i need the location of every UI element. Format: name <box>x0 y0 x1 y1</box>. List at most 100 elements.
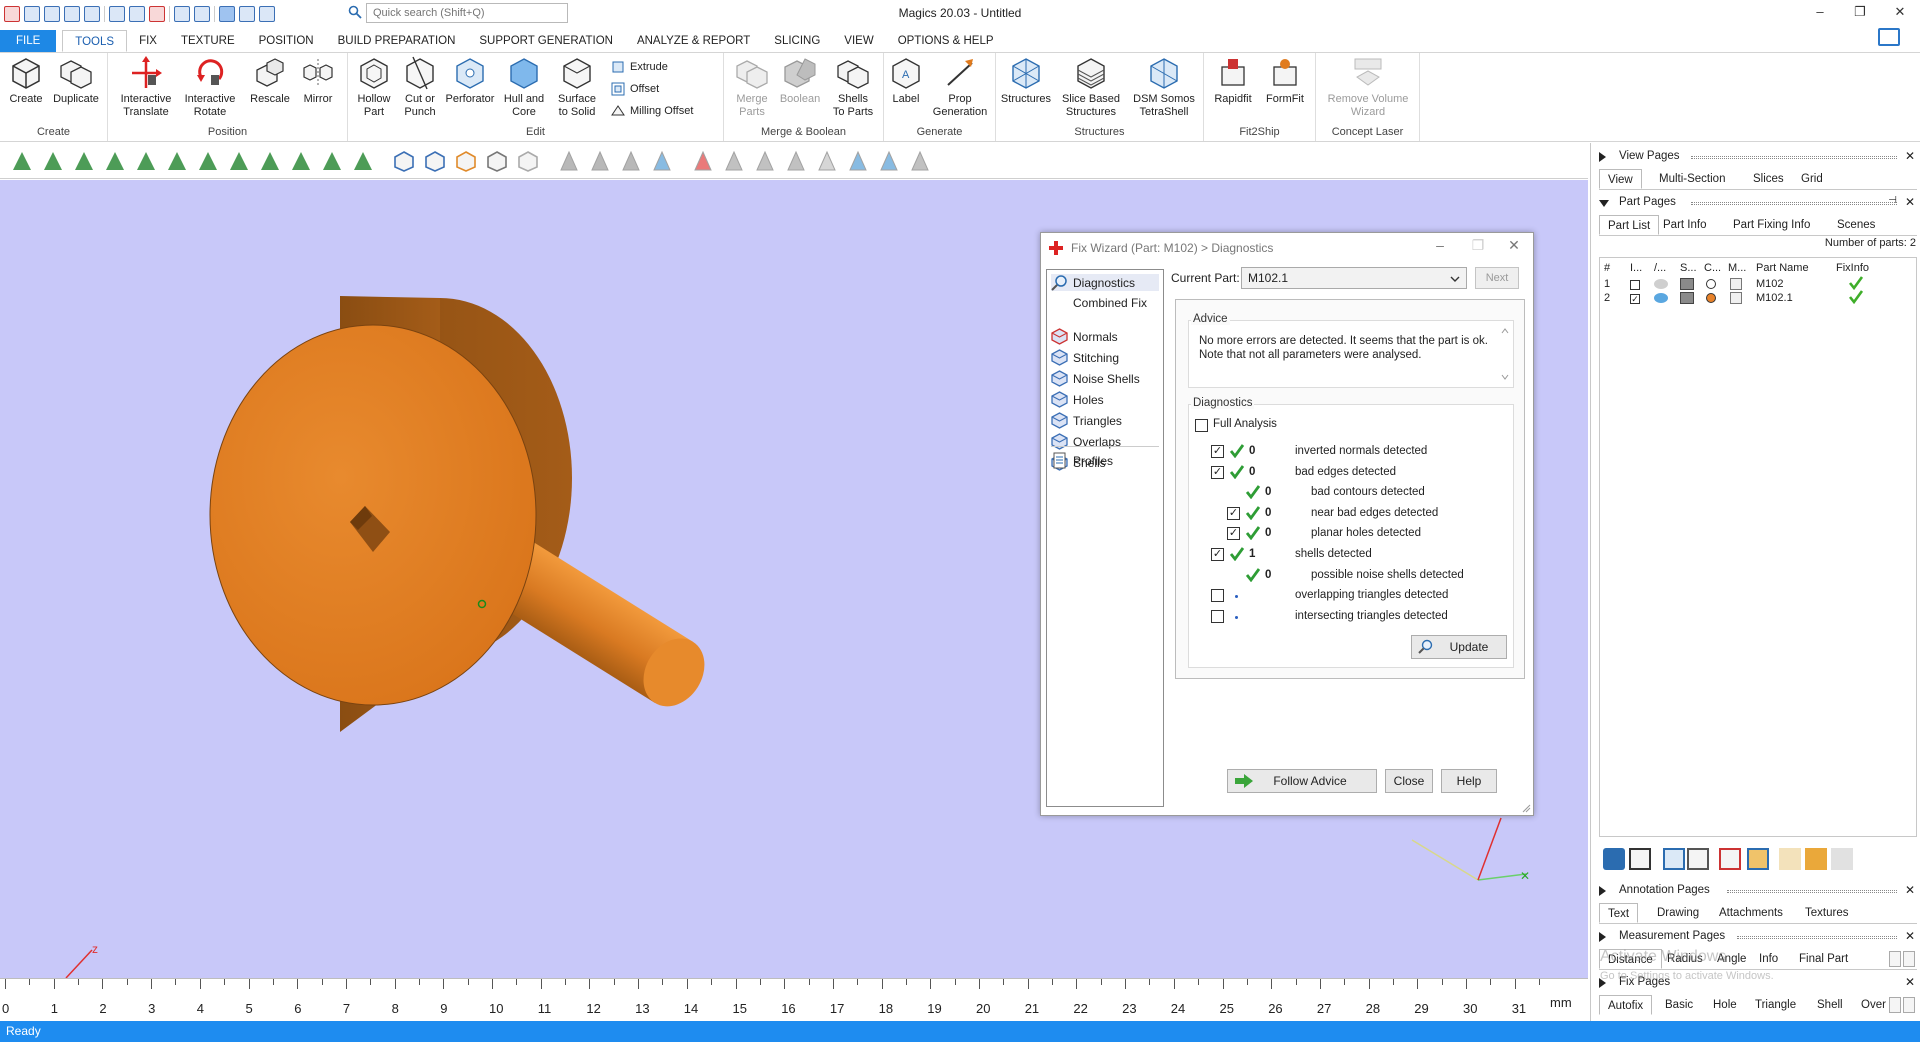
full-analysis-checkbox[interactable] <box>1195 419 1208 432</box>
label-button[interactable]: A Label <box>886 55 926 106</box>
pin-icon[interactable]: ⊣ <box>1888 195 1897 206</box>
col-shading[interactable]: S... <box>1680 262 1697 274</box>
tab-slices[interactable]: Slices <box>1745 169 1792 189</box>
dialog-close-icon[interactable]: ✕ <box>1499 237 1529 254</box>
mark-shell-icon[interactable] <box>877 149 901 173</box>
col-include[interactable]: I... <box>1630 262 1642 274</box>
freeform-select-icon[interactable] <box>196 149 220 173</box>
load-part-icon[interactable] <box>1603 848 1625 870</box>
formfit-button[interactable]: FormFit <box>1260 55 1310 106</box>
eye-icon[interactable] <box>1654 279 1668 289</box>
include-checkbox[interactable] <box>1630 280 1640 290</box>
help-button[interactable]: Help <box>1441 769 1497 793</box>
tab-view[interactable]: VIEW <box>832 30 885 52</box>
dsm-somos-tetrashell-button[interactable]: DSM Somos TetraShell <box>1128 55 1200 119</box>
remove-volume-wizard-button[interactable]: Remove Volume Wizard <box>1320 55 1416 119</box>
tab-attachments[interactable]: Attachments <box>1711 903 1791 923</box>
create-button[interactable]: Create <box>6 55 46 106</box>
tab-fix[interactable]: FIX <box>127 30 169 52</box>
include-checkbox[interactable]: ✓ <box>1630 294 1640 304</box>
rescale-button[interactable]: Rescale <box>246 55 294 106</box>
diag-checkbox[interactable]: ✓ <box>1211 548 1224 561</box>
rectangle-select-icon[interactable] <box>134 149 158 173</box>
nav-profiles[interactable]: Profiles <box>1051 452 1113 469</box>
merge-parts-button[interactable]: Merge Parts <box>730 55 774 119</box>
mark-triangle-3-icon[interactable] <box>619 149 643 173</box>
col-visible[interactable]: /... <box>1654 262 1666 274</box>
eye-icon[interactable] <box>1654 293 1668 303</box>
box-select-5-icon[interactable] <box>516 149 540 173</box>
nav-combined-fix[interactable]: Combined Fix <box>1051 294 1147 311</box>
drag-handle[interactable] <box>1737 936 1897 939</box>
nav-triangles[interactable]: Triangles <box>1051 412 1122 429</box>
part-m102-1[interactable] <box>209 296 717 732</box>
surface-select-icon[interactable] <box>72 149 96 173</box>
color-swatch[interactable] <box>1706 293 1716 303</box>
close-icon[interactable]: ✕ <box>1905 975 1915 989</box>
current-part-select[interactable]: M102.1 <box>1241 267 1467 289</box>
slice-based-structures-button[interactable]: Slice Based Structures <box>1056 55 1126 119</box>
table-row[interactable]: 1 M102 <box>1600 276 1916 292</box>
curve-select-icon[interactable] <box>165 149 189 173</box>
box-select-2-icon[interactable] <box>423 149 447 173</box>
next-button[interactable]: Next <box>1475 267 1519 289</box>
triangle-select-icon[interactable] <box>10 149 34 173</box>
part-cube-icon[interactable] <box>1663 848 1685 870</box>
mark-triangle-4-icon[interactable] <box>650 149 674 173</box>
offset-button[interactable]: Offset <box>610 81 659 97</box>
shell-select-icon[interactable] <box>103 149 127 173</box>
diag-checkbox[interactable] <box>1211 609 1224 623</box>
drag-handle[interactable] <box>1691 156 1897 159</box>
tab-analyze-report[interactable]: ANALYZE & REPORT <box>625 30 762 52</box>
duplicate-button[interactable]: Duplicate <box>50 55 102 106</box>
shading-icon[interactable] <box>1680 278 1694 290</box>
mark-surface-icon[interactable] <box>846 149 870 173</box>
annotation-pages-header[interactable]: Annotation Pages ✕ <box>1591 881 1920 901</box>
tab-drawing[interactable]: Drawing <box>1649 903 1707 923</box>
update-button[interactable]: Update <box>1411 635 1507 659</box>
resize-grip-icon[interactable] <box>1521 803 1531 813</box>
tab-autofix[interactable]: Autofix <box>1599 995 1653 1015</box>
view-pages-header[interactable]: View Pages ✕ <box>1591 147 1920 167</box>
tab-scroll-left-icon[interactable] <box>1889 997 1901 1013</box>
tab-info[interactable]: Info <box>1751 949 1786 969</box>
col-machine[interactable]: M... <box>1728 262 1746 274</box>
tab-tools[interactable]: TOOLS <box>62 30 128 52</box>
remove-part-icon[interactable] <box>1719 848 1741 870</box>
close-icon[interactable]: ✕ <box>1905 149 1915 163</box>
box-select-4-icon[interactable] <box>485 149 509 173</box>
tab-position[interactable]: POSITION <box>247 30 326 52</box>
tab-part-info[interactable]: Part Info <box>1655 215 1714 235</box>
shading-icon[interactable] <box>1680 292 1694 304</box>
part-pages-header[interactable]: Part Pages ⊣ ✕ <box>1591 193 1920 213</box>
tab-final-part[interactable]: Final Part <box>1791 949 1856 969</box>
box-select-3-icon[interactable] <box>454 149 478 173</box>
cut-or-punch-button[interactable]: Cut or Punch <box>398 55 442 119</box>
col-part-name[interactable]: Part Name <box>1756 262 1809 274</box>
surface-to-solid-button[interactable]: Surface to Solid <box>552 55 602 119</box>
tab-part-list[interactable]: Part List <box>1599 215 1660 235</box>
part-color-icon[interactable] <box>1747 848 1769 870</box>
mark-triangle-2-icon[interactable] <box>588 149 612 173</box>
tab-view-page[interactable]: View <box>1599 169 1642 189</box>
tab-options-help[interactable]: OPTIONS & HELP <box>886 30 1006 52</box>
color-swatch[interactable] <box>1706 279 1716 289</box>
tab-textures[interactable]: Textures <box>1797 903 1856 923</box>
tab-hole[interactable]: Hole <box>1705 995 1745 1015</box>
tab-build-preparation[interactable]: BUILD PREPARATION <box>326 30 468 52</box>
structures-button[interactable]: Structures <box>1000 55 1052 106</box>
tab-grid[interactable]: Grid <box>1793 169 1831 189</box>
mirror-button[interactable]: Mirror <box>296 55 340 106</box>
cross-select-icon[interactable] <box>289 149 313 173</box>
advice-scrollbar[interactable] <box>1499 325 1511 383</box>
milling-offset-button[interactable]: Milling Offset <box>610 103 693 119</box>
mark-plane-icon[interactable] <box>815 149 839 173</box>
box-select-1-icon[interactable] <box>392 149 416 173</box>
tab-basic[interactable]: Basic <box>1657 995 1701 1015</box>
clear-marking-icon[interactable] <box>908 149 932 173</box>
nav-stitching[interactable]: Stitching <box>1051 349 1119 366</box>
nav-holes[interactable]: Holes <box>1051 391 1104 408</box>
label-tag-icon[interactable] <box>1779 848 1801 870</box>
sphere-select-icon[interactable] <box>258 149 282 173</box>
interactive-rotate-button[interactable]: Interactive Rotate <box>180 55 240 119</box>
